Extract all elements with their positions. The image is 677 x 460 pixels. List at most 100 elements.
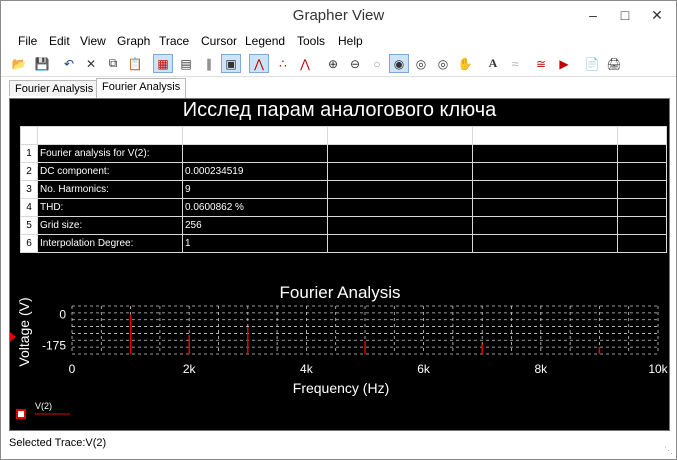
- table-row: 4 THD: 0.0600862 %: [20, 198, 667, 217]
- empty-cell: [472, 198, 618, 217]
- empty-cell: [472, 162, 618, 181]
- save-icon[interactable]: 💾: [32, 54, 52, 73]
- label-icon[interactable]: ≈: [505, 54, 525, 73]
- menu-edit[interactable]: Edit: [49, 34, 70, 48]
- legend-checkbox[interactable]: [18, 411, 24, 417]
- title-bar: Grapher View – □ ✕: [1, 1, 676, 31]
- points-icon[interactable]: ∴: [273, 54, 293, 73]
- text-icon[interactable]: A: [483, 54, 503, 73]
- fourier-table: 1 Fourier analysis for V(2): 2 DC compon…: [20, 126, 667, 253]
- zoom-out-icon[interactable]: ⊖: [345, 54, 365, 73]
- menu-legend[interactable]: Legend: [245, 34, 285, 48]
- zoom-full-icon[interactable]: ○: [367, 54, 387, 73]
- export-icon[interactable]: 📄: [582, 54, 602, 73]
- pan-icon[interactable]: ✋: [455, 54, 475, 73]
- row-label: Grid size:: [37, 216, 183, 235]
- y-tick-label: -175: [42, 338, 66, 352]
- row-value: 9: [182, 180, 328, 199]
- empty-cell: [327, 162, 473, 181]
- empty-cell: [327, 216, 473, 235]
- row-label: Fourier analysis for V(2):: [37, 144, 183, 163]
- menu-trace[interactable]: Trace: [159, 34, 189, 48]
- copy-icon[interactable]: ⧉: [103, 54, 123, 73]
- legend-label[interactable]: V(2): [35, 401, 52, 411]
- undo-icon[interactable]: ↶: [59, 54, 79, 73]
- empty-cell: [617, 198, 667, 217]
- resize-grip-icon[interactable]: ⋱: [664, 445, 673, 456]
- empty-cell: [327, 180, 473, 199]
- background-icon[interactable]: ▣: [221, 54, 241, 73]
- fourier-chart[interactable]: Fourier Analysis 0 2k 4k 6k 8k 10k0-175 Frequ…: [10, 281, 669, 431]
- grid-icon[interactable]: ▦: [153, 54, 173, 73]
- empty-cell: [617, 180, 667, 199]
- row-label: THD:: [37, 198, 183, 217]
- close-icon[interactable]: ✕: [641, 3, 673, 27]
- row-number: 5: [20, 216, 38, 235]
- table-row: 5 Grid size: 256: [20, 216, 667, 235]
- x-tick-label: 0: [69, 362, 76, 376]
- row-number: 1: [20, 144, 38, 163]
- menu-cursor[interactable]: Cursor: [201, 34, 237, 48]
- marker-icon[interactable]: ▶: [554, 54, 574, 73]
- empty-cell: [472, 144, 618, 163]
- graph-panel: Исслед парам аналогового ключа 1 Fourier…: [9, 98, 670, 431]
- legend-toggle-icon[interactable]: ∥: [199, 54, 219, 73]
- empty-cell: [617, 162, 667, 181]
- row-number: 3: [20, 180, 38, 199]
- x-tick-label: 4k: [300, 362, 314, 376]
- panel-title: Исслед парам аналогового ключа: [182, 99, 497, 121]
- row-label: No. Harmonics:: [37, 180, 183, 199]
- x-axis-label: Frequency (Hz): [293, 380, 389, 396]
- empty-cell: [327, 198, 473, 217]
- chart-area: Fourier Analysis 0 2k 4k 6k 8k 10k 0 -175 Frequ…: [10, 281, 669, 431]
- print-icon[interactable]: 🖨: [604, 54, 624, 73]
- minimize-icon[interactable]: –: [577, 3, 609, 27]
- maximize-icon[interactable]: □: [609, 3, 641, 27]
- cut-icon[interactable]: ✕: [81, 54, 101, 73]
- row-number: 2: [20, 162, 38, 181]
- cursor-icon[interactable]: ≅: [531, 54, 551, 73]
- tab-strip: Fourier Analysis Fourier Analysis: [9, 78, 669, 98]
- window-title: Grapher View: [292, 7, 385, 24]
- row-number: 6: [20, 234, 38, 253]
- toolbar: 📂 💾 ↶ ✕ ⧉ 📋 ▦ ▤ ∥ ▣ ⋀ ∴ ⋀ ⊕ ⊖ ○ ◉ ◎ ◎ ✋ …: [1, 52, 676, 77]
- table-icon[interactable]: ▤: [176, 54, 196, 73]
- menu-view[interactable]: View: [80, 34, 106, 48]
- empty-cell: [617, 144, 667, 163]
- table-row: 3 No. Harmonics: 9: [20, 180, 667, 199]
- chart-title: Fourier Analysis: [280, 283, 401, 302]
- empty-cell: [327, 144, 473, 163]
- row-value: 1: [182, 234, 328, 253]
- zoom-y-icon[interactable]: ◎: [433, 54, 453, 73]
- zoom-x-icon[interactable]: ◎: [411, 54, 431, 73]
- x-tick-label: 8k: [534, 362, 548, 376]
- y-tick-label: 0: [59, 308, 66, 322]
- table-column-header: [37, 126, 183, 145]
- menu-bar: File Edit View Graph Trace Cursor Legend…: [1, 31, 676, 51]
- tab-fourier-analysis-2[interactable]: Fourier Analysis: [96, 78, 187, 98]
- row-value: 0.0600862 %: [182, 198, 328, 217]
- table-row: 6 Interpolation Degree: 1: [20, 234, 667, 253]
- table-row: 2 DC component: 0.000234519: [20, 162, 667, 181]
- table-corner-cell: [20, 126, 38, 145]
- zoom-area-icon[interactable]: ◉: [389, 54, 409, 73]
- menu-tools[interactable]: Tools: [297, 34, 325, 48]
- menu-graph[interactable]: Graph: [117, 34, 150, 48]
- menu-file[interactable]: File: [18, 34, 37, 48]
- row-label: DC component:: [37, 162, 183, 181]
- x-tick-label: 10k: [648, 362, 668, 376]
- open-icon[interactable]: 📂: [9, 54, 29, 73]
- line-points-icon[interactable]: ⋀: [295, 54, 315, 73]
- status-bar: Selected Trace:V(2): [9, 437, 107, 449]
- empty-cell: [617, 234, 667, 253]
- table-column-header: [472, 126, 618, 145]
- empty-cell: [472, 234, 618, 253]
- table-column-header: [617, 126, 667, 145]
- menu-help[interactable]: Help: [338, 34, 363, 48]
- paste-icon[interactable]: 📋: [125, 54, 145, 73]
- tab-fourier-analysis-1[interactable]: Fourier Analysis: [9, 80, 100, 96]
- zoom-in-icon[interactable]: ⊕: [323, 54, 343, 73]
- line-icon[interactable]: ⋀: [249, 54, 269, 73]
- table-row: 1 Fourier analysis for V(2):: [20, 144, 667, 163]
- table-column-header: [327, 126, 473, 145]
